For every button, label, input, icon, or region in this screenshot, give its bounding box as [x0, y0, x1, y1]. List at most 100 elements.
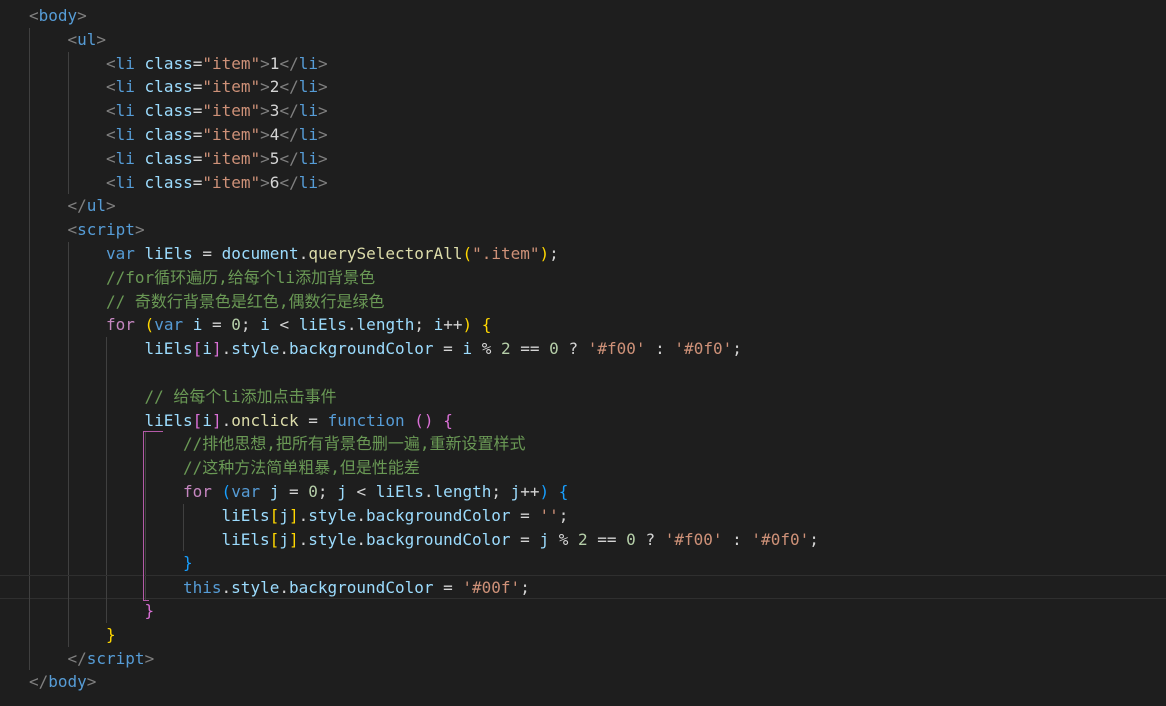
indent-guide — [67, 479, 69, 504]
code-token-punct: > — [317, 101, 328, 121]
code-line[interactable] — [0, 360, 1166, 385]
indent-guide — [183, 503, 184, 528]
code-token-text: ; — [317, 481, 338, 501]
code-line[interactable]: <script> — [0, 218, 1166, 242]
code-line[interactable]: <ul> — [0, 27, 1166, 52]
code-line[interactable]: this.style.backgroundColor = '#00f'; — [0, 575, 1166, 600]
code-token-method: onclick — [231, 410, 299, 430]
indent-guide — [67, 503, 69, 528]
code-line[interactable]: } — [0, 598, 1166, 623]
code-line[interactable]: <li class="item">3</li> — [0, 99, 1166, 123]
code-token-method: querySelectorAll — [308, 243, 463, 263]
code-line[interactable]: for (var i = 0; i < liEls.length; i++) { — [0, 313, 1166, 338]
indent-guide — [29, 408, 30, 433]
code-line[interactable]: for (var j = 0; j < liEls.length; j++) { — [0, 479, 1166, 504]
code-line[interactable]: // 给每个li添加点击事件 — [0, 384, 1166, 409]
indent-guide — [29, 576, 30, 600]
code-token-keyword: function — [327, 410, 405, 430]
indent-guide — [29, 194, 30, 219]
code-line[interactable]: liEls[i].style.backgroundColor = i % 2 =… — [0, 337, 1166, 361]
code-line[interactable]: liEls[j].style.backgroundColor = ''; — [0, 503, 1166, 528]
code-line[interactable]: <li class="item">6</li> — [0, 170, 1166, 195]
code-line[interactable]: <li class="item">5</li> — [0, 146, 1166, 171]
indent-guide — [29, 122, 30, 147]
code-token-string: '#00f' — [462, 578, 521, 598]
code-token-bracket2: () — [414, 410, 434, 430]
code-token-tag: script — [86, 648, 145, 668]
code-line[interactable]: //这种方法简单粗暴,但是性能差 — [0, 456, 1166, 480]
code-line[interactable]: //for循环遍历,给每个li添加背景色 — [0, 265, 1166, 290]
code-line[interactable]: </body> — [0, 670, 1166, 694]
code-line[interactable]: } — [0, 551, 1166, 576]
code-token-string: '#0f0' — [751, 529, 810, 549]
indent-guide — [29, 527, 30, 552]
code-token-punct: > — [260, 101, 270, 121]
code-line[interactable]: //排他思想,把所有背景色删一遍,重新设置样式 — [0, 432, 1166, 457]
code-token-variable: i — [462, 339, 473, 359]
code-token-keyword: var — [106, 243, 135, 263]
code-token-variable: i — [202, 339, 212, 359]
indent-guide — [106, 360, 107, 385]
code-text: </script> — [68, 647, 155, 671]
code-token-text: ; — [732, 339, 742, 359]
indent-guide — [144, 432, 146, 457]
code-token-variable: j — [279, 505, 289, 525]
code-text: } — [183, 551, 193, 575]
indent-guide — [29, 598, 30, 623]
code-lines[interactable]: <body> <ul> <li class="item">1</li> <li cla… — [0, 4, 1166, 694]
code-token-bracket2: ] — [211, 339, 222, 359]
code-token-operator: % — [472, 339, 501, 359]
code-line[interactable]: <li class="item">4</li> — [0, 122, 1166, 147]
indent-guide — [67, 622, 69, 647]
indent-guide — [106, 408, 107, 433]
code-token-text: ; — [414, 315, 434, 335]
indent-guide — [29, 265, 30, 290]
code-token-text: = — [192, 172, 203, 192]
indent-guide — [67, 265, 69, 290]
indent-guide — [29, 146, 30, 171]
code-token-string: "item" — [202, 172, 261, 192]
code-token-tag: li — [115, 172, 135, 192]
code-line[interactable]: liEls[i].onclick = function () { — [0, 408, 1166, 433]
code-token-punct: </ — [279, 53, 299, 73]
code-token-bracket1: [ — [269, 529, 280, 549]
code-line[interactable]: </script> — [0, 646, 1166, 671]
code-token-text: 1 — [269, 53, 280, 73]
code-line[interactable]: // 奇数行背景色是红色,偶数行是绿色 — [0, 289, 1166, 314]
code-line[interactable]: <li class="item">2</li> — [0, 75, 1166, 100]
code-token-punct: > — [260, 77, 270, 97]
code-line[interactable]: <li class="item">1</li> — [0, 51, 1166, 76]
code-line[interactable]: </ul> — [0, 194, 1166, 219]
code-token-bracket1: [ — [269, 505, 280, 525]
code-token-comment: //排他思想,把所有背景色删一遍,重新设置样式 — [183, 434, 526, 454]
code-token-text: = — [192, 53, 203, 73]
code-token-keyword: var — [231, 481, 261, 501]
code-token-text: . — [221, 578, 232, 598]
code-token-text: 2 — [269, 77, 280, 97]
code-token-attr: class — [144, 77, 193, 97]
code-editor[interactable]: <body> <ul> <li class="item">1</li> <li cla… — [0, 0, 1166, 706]
indent-guide — [29, 218, 30, 242]
code-text: <li class="item">1</li> — [106, 52, 328, 76]
code-token-punct: < — [106, 101, 116, 121]
code-token-punct: > — [106, 196, 116, 216]
code-line[interactable]: var liEls = document.querySelectorAll(".… — [0, 241, 1166, 266]
indent-guide — [67, 598, 69, 623]
code-line[interactable]: } — [0, 622, 1166, 647]
code-token-bracket3: ( — [221, 481, 232, 501]
code-text: liEls[j].style.backgroundColor = j % 2 =… — [222, 528, 819, 552]
code-line[interactable]: <body> — [0, 4, 1166, 28]
code-token-punct: > — [260, 172, 270, 192]
indent-guide — [183, 527, 184, 552]
code-token-operator: == — [587, 529, 627, 549]
code-token-bracket1: ) — [539, 243, 550, 263]
indent-guide — [106, 432, 107, 457]
code-token-tag: body — [48, 672, 87, 692]
code-token-number: 0 — [231, 315, 241, 335]
code-token-comment: //for循环遍历,给每个li添加背景色 — [106, 267, 376, 287]
code-line[interactable]: liEls[j].style.backgroundColor = j % 2 =… — [0, 527, 1166, 552]
indent-guide — [29, 360, 30, 385]
